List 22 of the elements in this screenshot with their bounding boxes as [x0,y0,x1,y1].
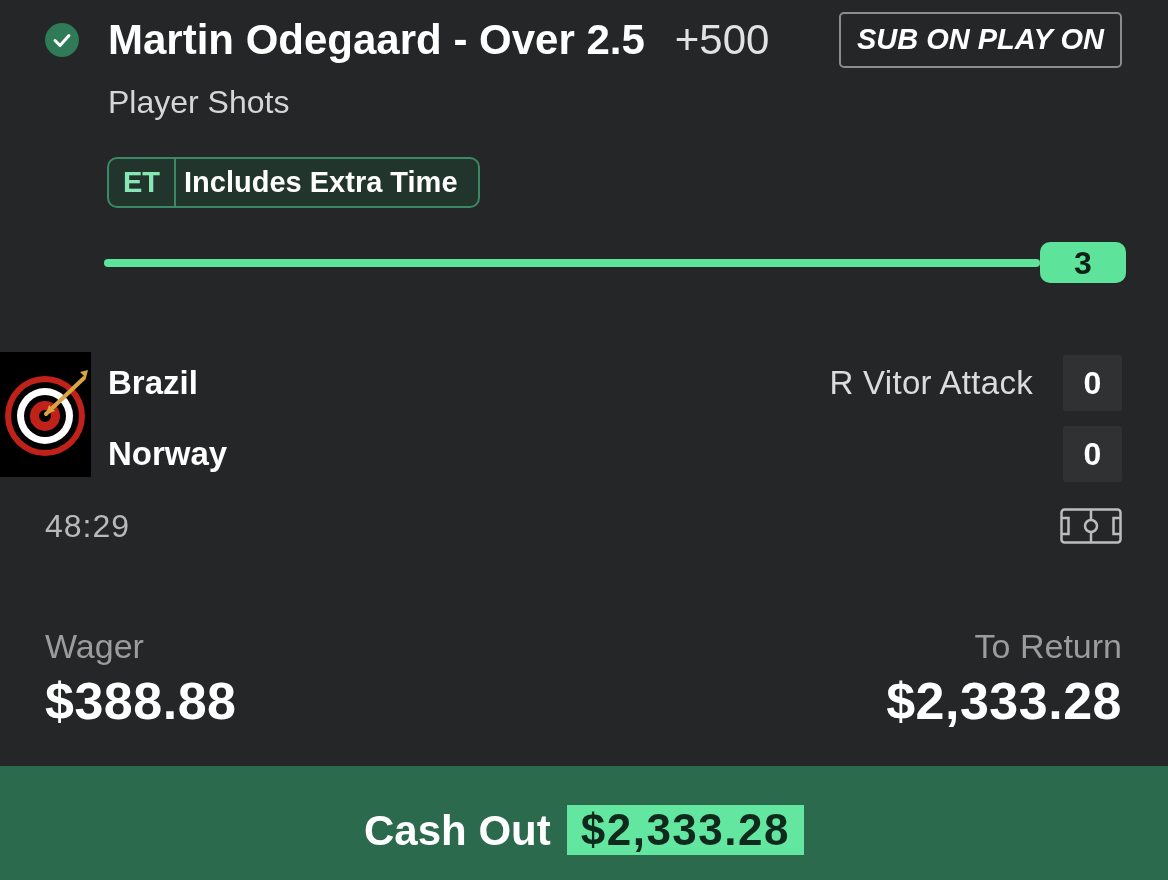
selection-title: Martin Odegaard - Over 2.5 [108,16,645,64]
target-icon [0,352,91,477]
score-box: 0 [1063,355,1122,411]
team-name: Brazil [108,363,198,404]
match-event-text: R Vitor Attack [829,363,1033,404]
progress-thumb: 3 [1040,242,1126,283]
wager-label: Wager [45,627,144,665]
team-name: Norway [108,434,228,475]
market-text: Player Shots [108,84,290,120]
wager-amount: $388.88 [45,672,237,730]
score-box: 0 [1063,426,1122,482]
return-amount: $2,333.28 [886,672,1122,730]
return-label: To Return [974,627,1122,665]
pitch-icon [1060,508,1122,544]
tag-label: Includes Extra Time [183,164,459,200]
tag-code: ET [109,159,177,206]
cash-out-amount: $2,333.28 [566,805,804,855]
odds-text: +500 [674,16,770,64]
match-clock: 48:29 [45,507,131,546]
cash-out-button[interactable]: Cash Out $2,333.28 [0,766,1168,880]
cash-out-label: Cash Out [364,805,551,856]
sub-on-play-on-badge: SUB ON PLAY ON [838,12,1122,68]
